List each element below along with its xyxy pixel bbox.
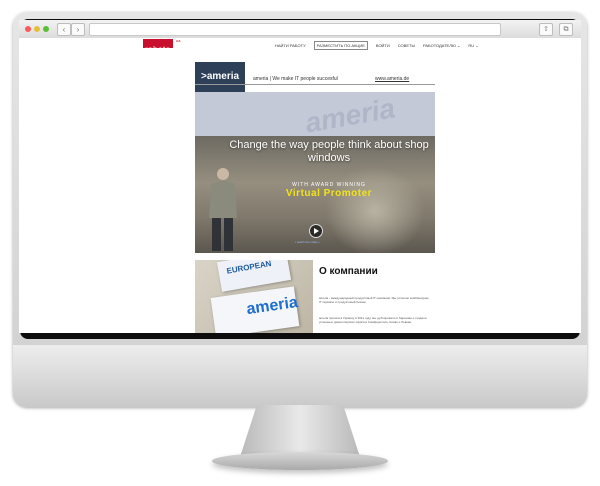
about-paragraph: ameria - международный продуктовый IT ко… [319,296,429,304]
address-bar[interactable] [89,23,501,36]
office-plaque-text: EUROPEAN [225,260,273,276]
company-tagline: ameria | We make IT people succesful [253,76,338,82]
monitor-stand-neck [240,405,360,457]
banner-watermark: ameria [302,92,398,136]
main-nav: НАЙТИ РАБОТУ РАЗМЕСТИТЬ ПО.АКЦИЕ ВОЙТИ С… [275,41,487,50]
company-website-link[interactable]: www.ameria.de [375,76,409,82]
play-video-button[interactable] [309,224,323,238]
nav-find-job[interactable]: НАЙТИ РАБОТУ [275,43,306,48]
office-plaque: ameria [210,286,300,333]
nav-post-resume[interactable]: РАЗМЕСТИТЬ ПО.АКЦИЕ [313,41,368,50]
nav-employer[interactable]: РАБОТОДАТЕЛЮ ⌄ [423,43,460,48]
office-sign-photo: EUROPEAN ameria [195,260,313,333]
company-logo-text: >ameria [201,71,240,82]
chevron-right-icon[interactable]: › [71,23,85,36]
close-window-button[interactable] [25,26,31,32]
zoom-window-button[interactable] [43,26,49,32]
nav-login[interactable]: ВОЙТИ [376,43,390,48]
company-logo: >ameria [195,62,245,92]
nav-tips[interactable]: СОВЕТЫ [398,43,415,48]
about-paragraph: ameria пришла в Украину в 2011 году, мы … [319,316,427,324]
site-logo-suffix: ua [176,38,181,43]
browser-screen: ‹ › ⇧ ⧉ rabota ua НАЙТИ РАБОТУ РАЗМЕСТИТ… [19,20,581,333]
about-company-panel: О компании ameria - международный продук… [313,260,435,333]
nav-language[interactable]: RU ⌄ [468,43,478,48]
monitor-stand-foot [212,452,388,470]
hero-headline: Change the way people think about shop w… [229,139,429,164]
walking-man-image [209,168,237,251]
site-logo[interactable]: rabota [143,39,173,54]
office-plaque-logo: ameria [245,294,299,319]
chevron-left-icon[interactable]: ‹ [57,23,71,36]
company-banner: ameria [195,92,435,136]
hero-product-name: Virtual Promoter [285,188,373,199]
monitor-chin [13,345,587,407]
hero-caption[interactable]: • watch the video • [295,240,320,244]
hero-video-banner[interactable]: Change the way people think about shop w… [195,136,435,253]
share-icon[interactable]: ⇧ [539,23,553,36]
site-logo-text: rabota [145,45,171,54]
office-plaque: EUROPEAN [216,260,292,292]
tabs-icon[interactable]: ⧉ [559,23,573,36]
divider [195,84,435,85]
about-title: О компании [319,266,378,277]
minimize-window-button[interactable] [34,26,40,32]
site-header: rabota ua НАЙТИ РАБОТУ РАЗМЕСТИТЬ ПО.АКЦ… [19,38,581,54]
hero-background-crowd [325,166,425,253]
browser-toolbar: ‹ › ⇧ ⧉ [19,20,581,39]
